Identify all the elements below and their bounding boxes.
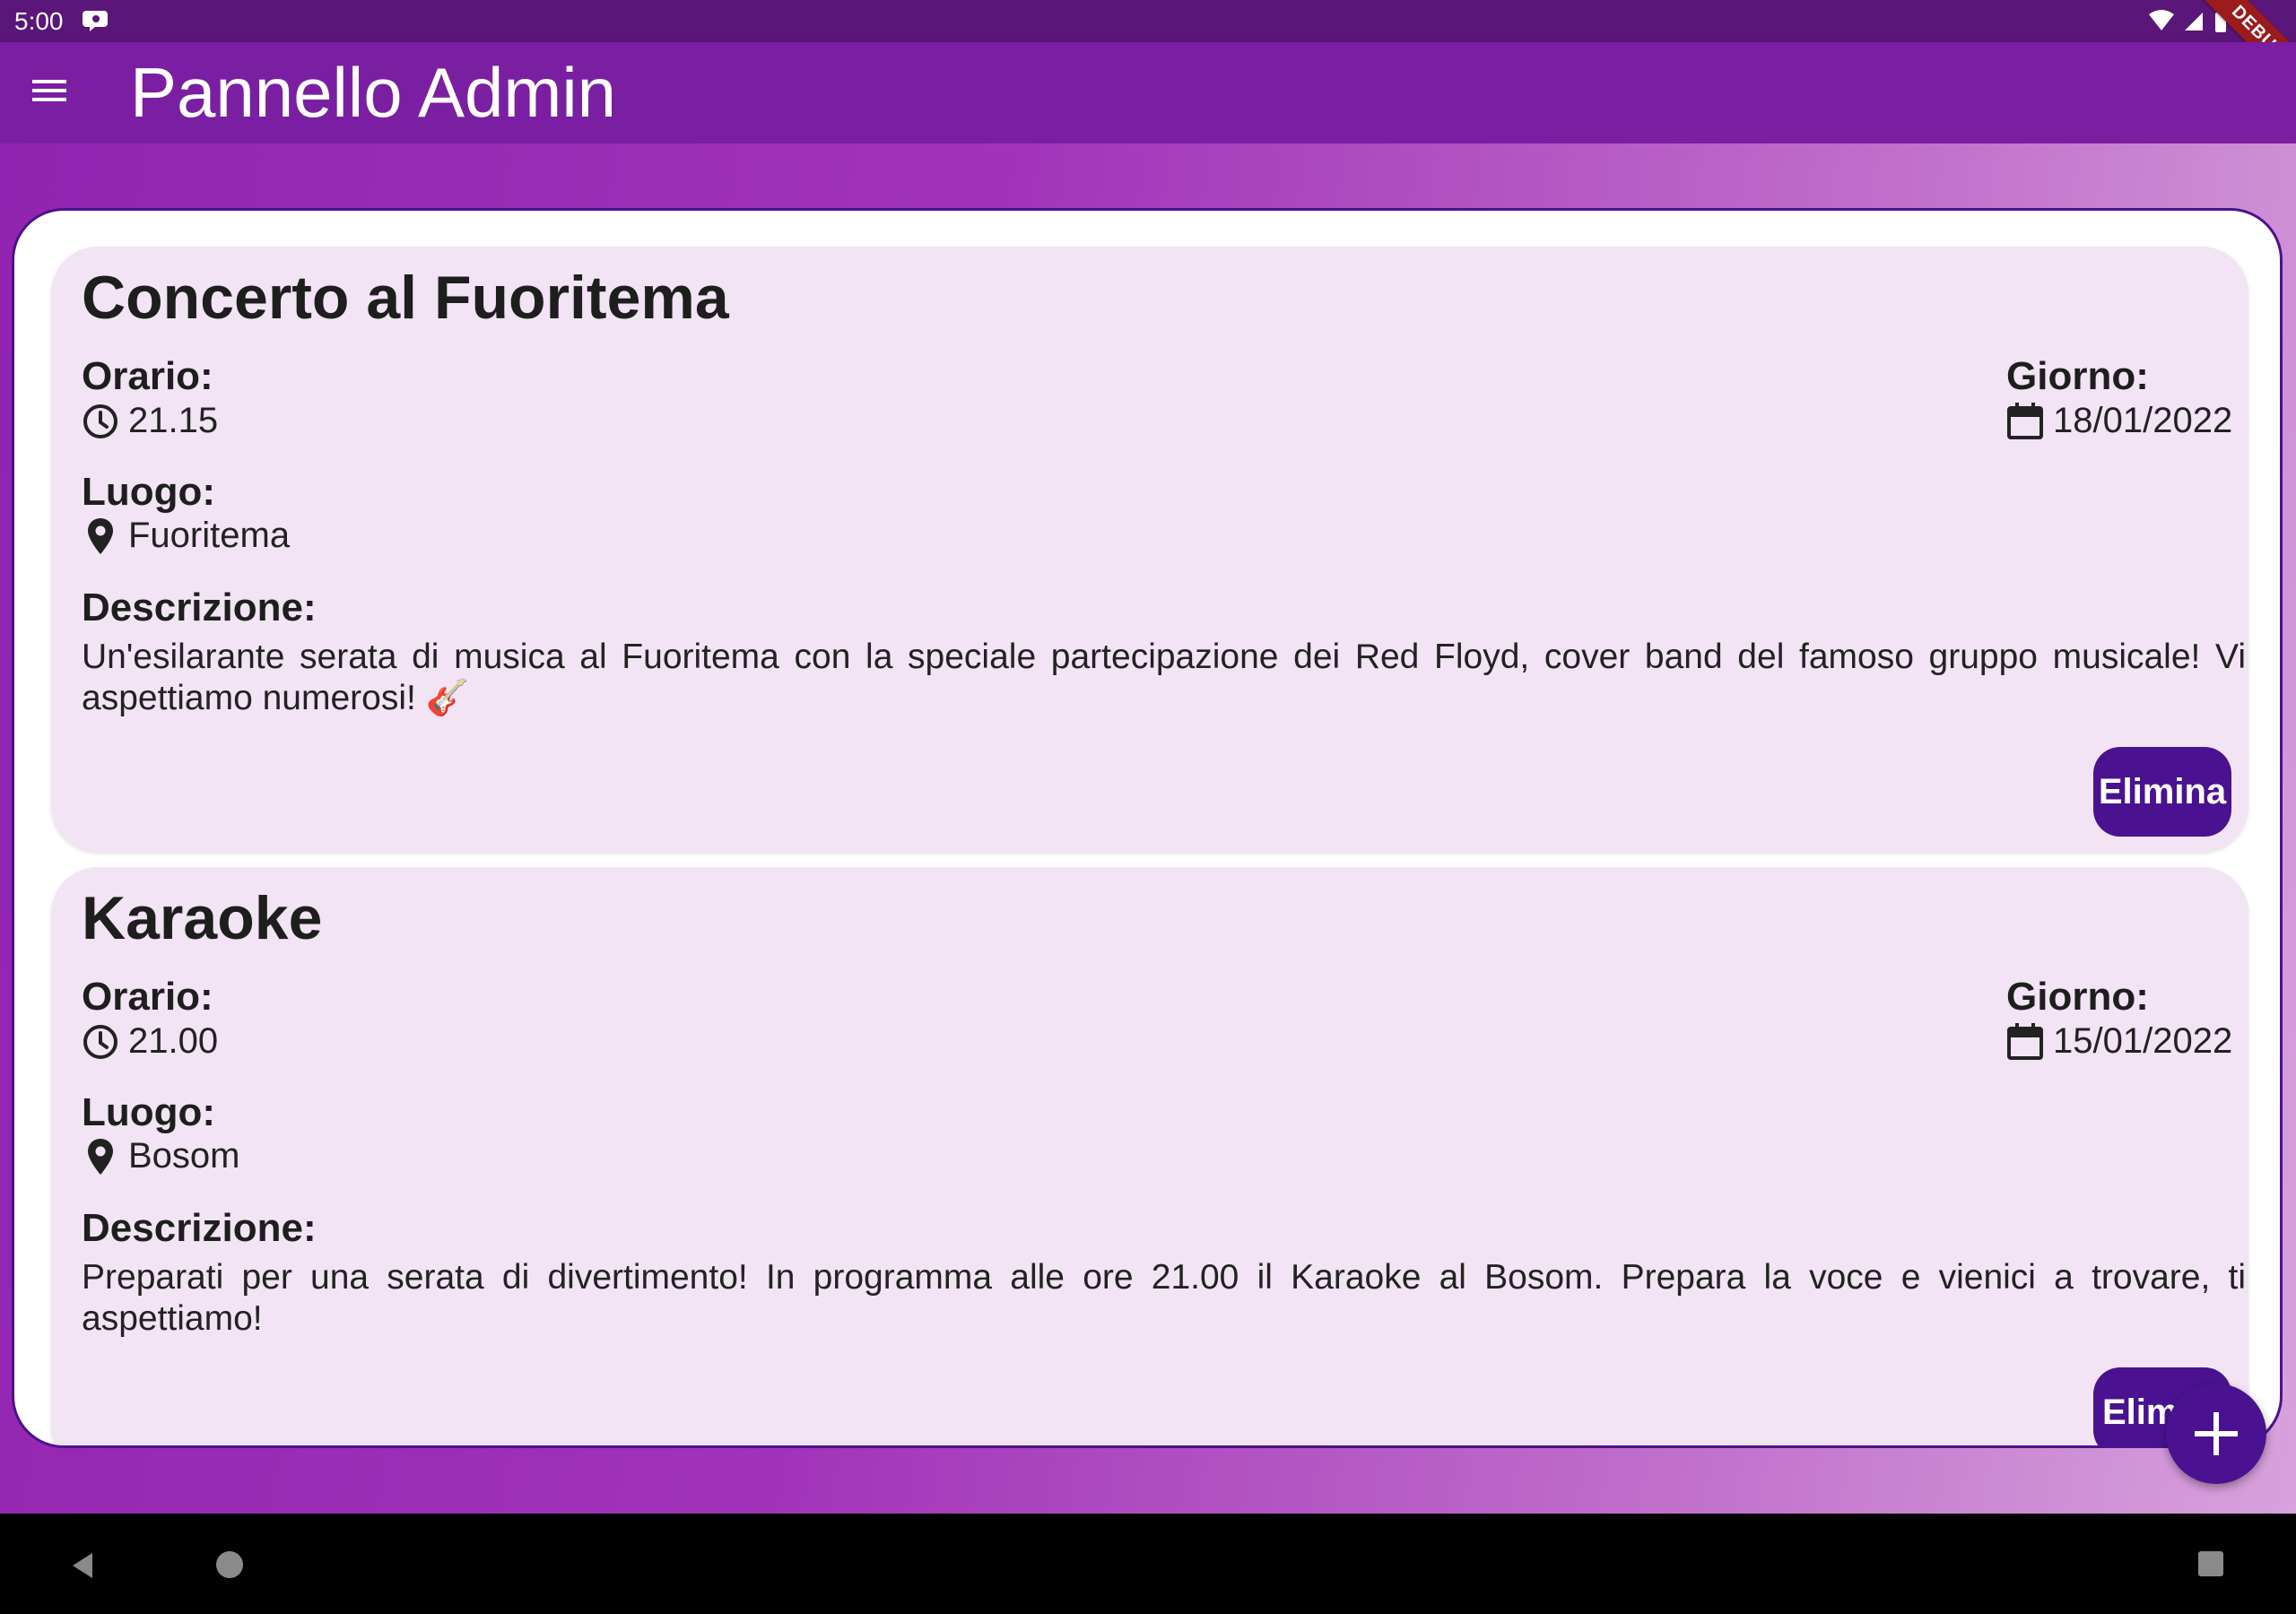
place-label: Luogo: <box>82 1090 216 1134</box>
status-bar: 5:00 <box>0 0 2296 42</box>
time-value: 21.15 <box>82 401 218 441</box>
place-value: Bosom <box>82 1136 240 1176</box>
clock-icon <box>83 404 117 438</box>
time-label: Orario: <box>82 975 213 1019</box>
description-text: Preparati per una serata di divertimento… <box>82 1258 2246 1338</box>
calendar-icon <box>2007 1022 2043 1060</box>
day-label: Giorno: <box>2006 975 2149 1019</box>
event-title: Karaoke <box>82 884 323 952</box>
place-label: Luogo: <box>82 470 216 514</box>
menu-icon[interactable] <box>25 69 75 114</box>
calendar-icon <box>2007 402 2043 439</box>
page-title: Pannello Admin <box>130 53 617 132</box>
plus-icon <box>2195 1412 2238 1455</box>
add-event-button[interactable] <box>2166 1384 2266 1484</box>
time-label: Orario: <box>82 354 213 398</box>
event-card: Karaoke Orario: 21.00 Giorno: 15/01/2022… <box>51 867 2248 1445</box>
signal-icon <box>2185 13 2203 30</box>
location-pin-icon <box>88 517 113 554</box>
recents-icon[interactable] <box>2196 1549 2225 1578</box>
home-icon[interactable] <box>214 1549 245 1580</box>
clock-icon <box>83 1024 117 1059</box>
day-value: 15/01/2022 <box>2006 1021 2232 1062</box>
notification-icon <box>83 11 108 31</box>
description-text: Un'esilarante serata di musica al Fuorit… <box>82 638 2246 717</box>
event-title: Concerto al Fuoritema <box>82 264 729 332</box>
navigation-bar <box>0 1514 2296 1614</box>
location-pin-icon <box>88 1138 113 1175</box>
day-value: 18/01/2022 <box>2006 401 2232 441</box>
events-list[interactable]: Concerto al Fuoritema Orario: 21.15 Gior… <box>12 208 2283 1448</box>
event-card: Concerto al Fuoritema Orario: 21.15 Gior… <box>51 247 2248 852</box>
delete-button[interactable]: Elimina <box>2093 747 2231 837</box>
day-label: Giorno: <box>2006 354 2149 398</box>
place-value: Fuoritema <box>82 516 290 556</box>
description-label: Descrizione: <box>82 1206 317 1250</box>
time-value: 21.00 <box>82 1021 218 1062</box>
status-time: 5:00 <box>14 7 64 35</box>
app-bar: Pannello Admin <box>0 42 2296 143</box>
wifi-icon <box>2149 10 2174 30</box>
description-label: Descrizione: <box>82 586 317 629</box>
back-icon[interactable] <box>67 1549 100 1582</box>
